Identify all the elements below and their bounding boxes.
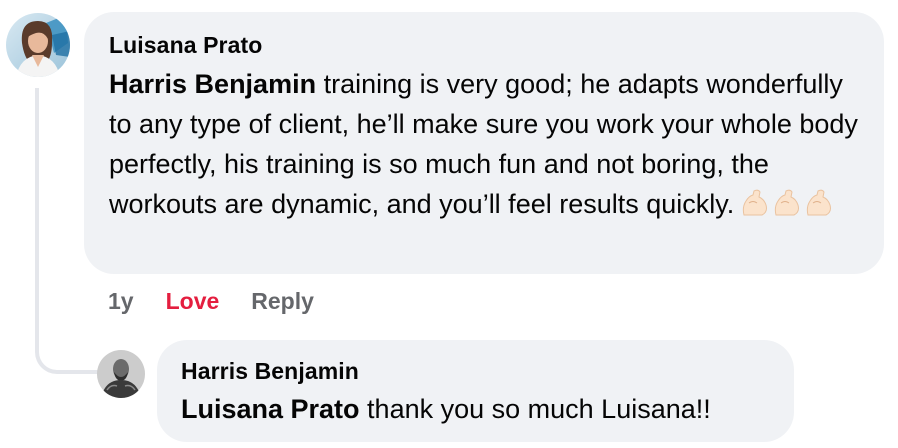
comment-thread: Luisana Prato Harris Benjamin training i… (0, 0, 898, 448)
love-reaction-button[interactable]: Love (166, 288, 220, 315)
flexed-biceps-emoji-icon (804, 188, 834, 216)
reply-button[interactable]: Reply (251, 288, 314, 315)
mention-link[interactable]: Harris Benjamin (109, 69, 316, 99)
comment-bubble: Luisana Prato Harris Benjamin training i… (84, 12, 884, 274)
comment-text: Harris Benjamin training is very good; h… (109, 64, 864, 224)
reply-bubble: Harris Benjamin Luisana Prato thank you … (157, 340, 794, 442)
comment-timestamp[interactable]: 1y (108, 288, 134, 315)
avatar[interactable] (97, 350, 145, 398)
reply-text: Luisana Prato thank you so much Luisana!… (181, 389, 774, 429)
reply-body: thank you so much Luisana!! (359, 394, 711, 424)
comment-actions: 1y Love Reply (108, 288, 314, 315)
flexed-biceps-emoji-icon (740, 188, 770, 216)
mention-link[interactable]: Luisana Prato (181, 394, 360, 424)
emoji-group (740, 188, 834, 216)
reply-author-name[interactable]: Harris Benjamin (181, 356, 774, 386)
avatar[interactable] (6, 13, 70, 77)
flexed-biceps-emoji-icon (772, 188, 802, 216)
comment-author-name[interactable]: Luisana Prato (109, 30, 864, 60)
